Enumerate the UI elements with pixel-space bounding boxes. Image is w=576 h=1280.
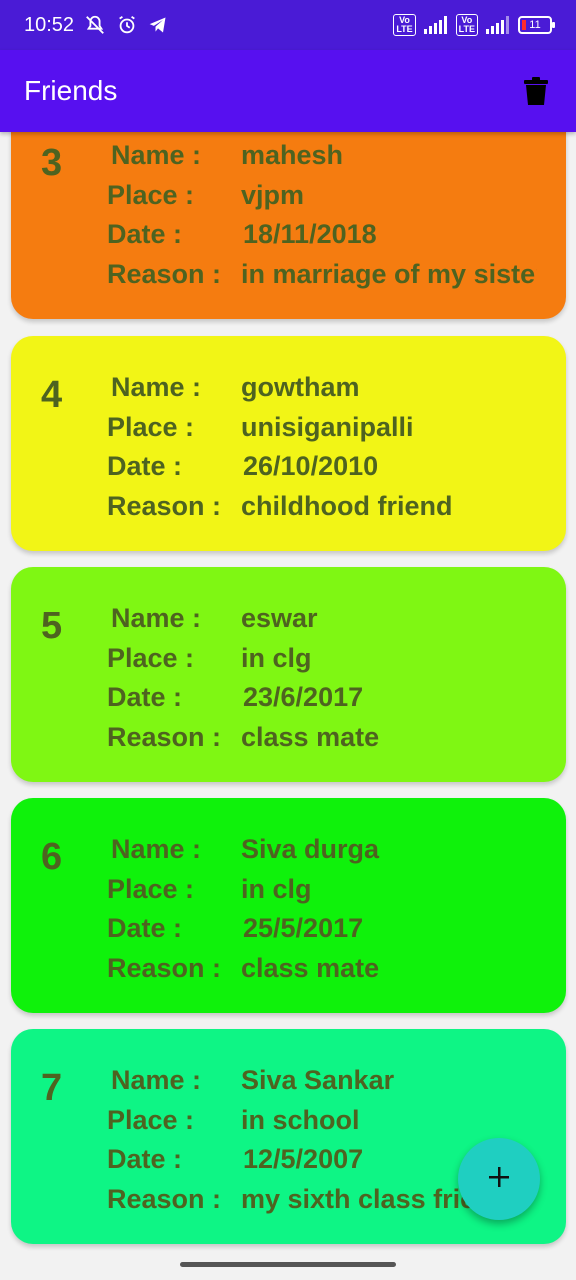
telegram-icon <box>148 15 168 35</box>
name-label: Name : <box>111 1065 202 1095</box>
add-friend-button[interactable] <box>458 1138 540 1220</box>
name-row: Name : mahesh <box>107 140 537 180</box>
name-value: mahesh <box>241 140 344 170</box>
friend-list[interactable]: 3 Name : mahesh Place : vjpm Date : 18/11/2… <box>0 132 576 1252</box>
date-value: 26/10/2010 <box>243 451 379 481</box>
friend-number: 6 <box>41 836 63 878</box>
name-label: Name : <box>111 140 202 170</box>
date-row: Date : 26/10/2010 <box>107 451 537 491</box>
name-value: Siva Sankar <box>241 1065 395 1095</box>
home-indicator[interactable] <box>180 1262 396 1267</box>
place-row: Place : in school <box>107 1105 537 1145</box>
date-row: Date : 23/6/2017 <box>107 682 537 722</box>
reason-value: childhood friend <box>241 491 453 521</box>
date-label: Date : <box>107 682 183 712</box>
reason-value: in marriage of my sister <box>241 259 537 289</box>
reason-row: Reason : class mate <box>107 722 537 762</box>
date-label: Date : <box>107 1144 183 1174</box>
battery-icon: 11 <box>518 16 555 34</box>
reason-label: Reason : <box>107 1184 222 1214</box>
place-value: unisiganipalli <box>241 412 414 442</box>
reason-label: Reason : <box>107 953 222 983</box>
name-label: Name : <box>111 834 202 864</box>
date-row: Date : 25/5/2017 <box>107 913 537 953</box>
place-label: Place : <box>107 180 195 210</box>
reason-row: Reason : class mate <box>107 953 537 993</box>
place-value: in clg <box>241 874 312 904</box>
date-row: Date : 18/11/2018 <box>107 219 537 259</box>
place-label: Place : <box>107 874 195 904</box>
reason-value: class mate <box>241 722 380 752</box>
place-label: Place : <box>107 643 195 673</box>
name-row: Name : Siva durga <box>107 834 537 874</box>
date-label: Date : <box>107 451 183 481</box>
friend-card[interactable]: 4 Name : gowtham Place : unisiganipalli Da… <box>11 336 566 551</box>
name-value: gowtham <box>241 372 360 402</box>
friend-card[interactable]: 6 Name : Siva durga Place : in clg Date : 2… <box>11 798 566 1013</box>
app-bar: Friends <box>0 50 576 132</box>
reason-value: class mate <box>241 953 380 983</box>
status-left: 10:52 <box>24 14 168 37</box>
friend-card[interactable]: 5 Name : eswar Place : in clg Date : 23/6/2… <box>11 567 566 782</box>
reason-row: Reason : childhood friend <box>107 491 537 531</box>
place-row: Place : unisiganipalli <box>107 412 537 452</box>
reason-label: Reason : <box>107 491 222 521</box>
friend-card[interactable]: 3 Name : mahesh Place : vjpm Date : 18/11/2… <box>11 132 566 319</box>
place-value: in clg <box>241 643 312 673</box>
app-title: Friends <box>24 75 118 106</box>
mute-notification-icon <box>84 14 106 36</box>
name-row: Name : eswar <box>107 603 537 643</box>
place-row: Place : in clg <box>107 643 537 683</box>
friend-number: 3 <box>41 142 63 184</box>
reason-label: Reason : <box>107 259 222 289</box>
place-row: Place : in clg <box>107 874 537 914</box>
name-label: Name : <box>111 603 202 633</box>
date-value: 12/5/2007 <box>243 1144 364 1174</box>
trash-icon[interactable] <box>520 75 552 107</box>
plus-icon <box>487 1165 511 1194</box>
name-row: Name : Siva Sankar <box>107 1065 537 1105</box>
battery-fill <box>522 20 526 30</box>
reason-label: Reason : <box>107 722 222 752</box>
date-label: Date : <box>107 913 183 943</box>
signal-icon <box>486 16 510 34</box>
friend-number: 5 <box>41 605 63 647</box>
date-value: 23/6/2017 <box>243 682 364 712</box>
place-row: Place : vjpm <box>107 180 537 220</box>
reason-row: Reason : in marriage of my sister <box>107 259 537 299</box>
date-value: 18/11/2018 <box>243 219 377 249</box>
volte-icon: Vo LTE <box>393 14 416 36</box>
place-value: in school <box>241 1105 360 1135</box>
name-value: Siva durga <box>241 834 380 864</box>
name-label: Name : <box>111 372 202 402</box>
friend-number: 7 <box>41 1067 63 1109</box>
status-right: Vo LTE Vo LTE 11 <box>393 14 555 36</box>
date-value: 25/5/2017 <box>243 913 364 943</box>
battery-level: 11 <box>529 19 541 31</box>
name-row: Name : gowtham <box>107 372 537 412</box>
name-value: eswar <box>241 603 318 633</box>
status-time: 10:52 <box>24 13 75 36</box>
status-bar: 10:52 Vo LTE Vo LTE 11 <box>0 0 576 50</box>
date-label: Date : <box>107 219 183 249</box>
place-label: Place : <box>107 1105 195 1135</box>
place-value: vjpm <box>241 180 305 210</box>
friend-number: 4 <box>41 374 63 416</box>
alarm-icon <box>116 14 138 36</box>
volte-icon: Vo LTE <box>455 14 478 36</box>
place-label: Place : <box>107 412 195 442</box>
signal-icon <box>423 16 448 34</box>
